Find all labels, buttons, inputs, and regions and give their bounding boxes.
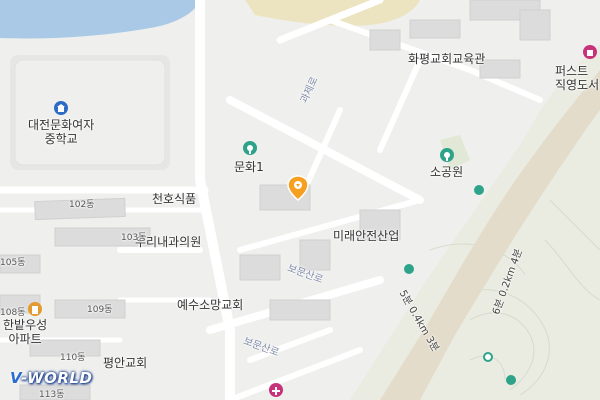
label-cheonho-text: 천호식품: [152, 192, 197, 206]
label-cheonho[interactable]: 천호식품: [152, 192, 196, 206]
water-area: [0, 0, 200, 39]
trail-marker-icon[interactable]: [404, 264, 414, 274]
label-library-text: 퍼스트 직영도서: [555, 64, 600, 92]
logo-prefix: V: [10, 369, 22, 387]
label-school[interactable]: 대전문화여자 중학교: [28, 118, 94, 146]
park-icon[interactable]: [440, 148, 454, 162]
building-113-text: 113동: [39, 390, 65, 400]
label-pyeongan-church-text: 평안교회: [103, 356, 148, 370]
label-hanbat-apt[interactable]: 한밭우성 아파트: [3, 318, 47, 346]
label-hanbat-apt-text: 한밭우성 아파트: [3, 318, 48, 346]
location-pin-icon[interactable]: [287, 175, 309, 201]
building-103-text: 103동: [121, 233, 147, 243]
building-103: 103동: [121, 233, 146, 244]
label-yesu-church-text: 예수소망교회: [177, 298, 244, 312]
building-102: 102동: [69, 200, 94, 211]
building-102-text: 102동: [69, 200, 95, 210]
label-hwapyeong[interactable]: 화평교회교육관: [408, 52, 485, 66]
logo-suffix: -WORLD: [21, 369, 93, 387]
label-munhwa1-text: 문화1: [234, 160, 264, 174]
park-icon[interactable]: [243, 141, 257, 155]
school-icon[interactable]: [54, 101, 68, 115]
label-mirae[interactable]: 미래안전산업: [333, 229, 399, 243]
building-icon[interactable]: [28, 302, 42, 316]
building-109: 109동: [87, 305, 112, 316]
label-library[interactable]: 퍼스트 직영도서: [555, 64, 599, 92]
v-world-logo: V-WORLD: [10, 369, 92, 387]
label-hwapyeong-text: 화평교회교육관: [408, 52, 486, 66]
label-munhwa1[interactable]: 문화1: [234, 160, 264, 174]
building-109-text: 109동: [87, 305, 113, 315]
label-yesu-church[interactable]: 예수소망교회: [177, 298, 243, 312]
trail-marker-icon[interactable]: [506, 375, 516, 385]
map-canvas[interactable]: 대전문화여자 중학교 화평교회교육관 퍼스트 직영도서 문화1 소공원 천호식품…: [0, 0, 600, 400]
building-108: 108동: [0, 308, 25, 319]
hospital-icon[interactable]: [269, 383, 283, 397]
building-105-text: 105동: [0, 258, 26, 268]
building-110: 110동: [60, 353, 85, 364]
label-sogongwon[interactable]: 소공원: [430, 165, 463, 179]
label-school-text: 대전문화여자 중학교: [28, 118, 95, 146]
label-mirae-text: 미래안전산업: [333, 229, 400, 243]
label-sogongwon-text: 소공원: [430, 165, 464, 179]
trail-marker-icon[interactable]: [483, 352, 493, 362]
building-110-text: 110동: [60, 353, 86, 363]
building-113: 113동: [39, 390, 64, 400]
trail-marker-icon[interactable]: [474, 185, 484, 195]
label-pyeongan-church[interactable]: 평안교회: [103, 356, 147, 370]
building-105: 105동: [0, 258, 25, 269]
school-yard: [14, 59, 166, 166]
library-icon[interactable]: [583, 45, 597, 59]
building-108-text: 108동: [0, 308, 26, 318]
